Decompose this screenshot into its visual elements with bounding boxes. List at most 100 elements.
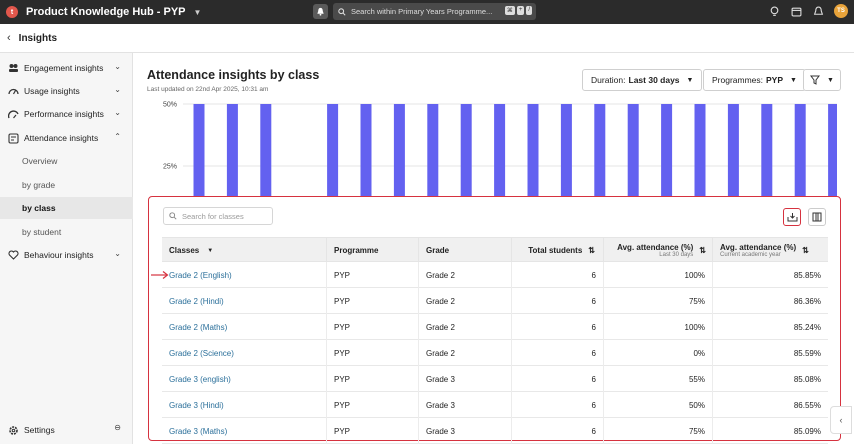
gauge-icon xyxy=(7,85,19,97)
global-search-input[interactable]: Search within Primary Years Programme...… xyxy=(333,3,536,20)
sidebar-item-performance[interactable]: Performance insights ⌄ xyxy=(0,103,133,125)
settings-label: Settings xyxy=(24,425,55,435)
sidebar-item-label: by student xyxy=(22,227,62,237)
chevron-down-icon: ⌄ xyxy=(114,85,121,94)
page-title: Insights xyxy=(18,32,58,44)
programme-cell: PYP xyxy=(327,418,419,444)
sort-icon: ⇅ xyxy=(588,246,595,255)
table-row[interactable]: Grade 2 (English) PYP Grade 2 6 100% 85.85% xyxy=(162,262,828,288)
collapse-sidebar-icon[interactable]: ⊖ xyxy=(114,423,121,432)
table-row[interactable]: Grade 3 (english) PYP Grade 3 6 55% 85.08% xyxy=(162,366,828,392)
sidebar-item-usage[interactable]: Usage insights ⌄ xyxy=(0,80,133,102)
programme-cell: PYP xyxy=(327,392,419,418)
programme-cell: PYP xyxy=(327,262,419,288)
class-name-link[interactable]: Grade 2 (Maths) xyxy=(162,314,327,340)
col-classes[interactable]: Classes ▼ xyxy=(162,238,327,263)
columns-button[interactable] xyxy=(808,208,826,226)
col-avg-30-days[interactable]: Avg. attendance (%) Last 30 days ⇅ xyxy=(604,238,713,263)
sidebar-item-label: Performance insights xyxy=(24,109,104,119)
class-name-link[interactable]: Grade 2 (Hindi) xyxy=(162,288,327,314)
lightbulb-icon[interactable] xyxy=(768,5,780,17)
filter-button[interactable]: ▼ xyxy=(803,69,841,91)
sidebar-item-by-class[interactable]: by class xyxy=(0,197,133,219)
sidebar-item-by-grade[interactable]: by grade xyxy=(0,174,133,196)
search-icon xyxy=(169,212,177,220)
avg-year-cell: 85.85% xyxy=(793,270,821,280)
sidebar-item-by-student[interactable]: by student xyxy=(0,221,133,243)
programme-cell: PYP xyxy=(327,340,419,366)
attendance-icon xyxy=(7,132,19,144)
top-bar: t Product Knowledge Hub - PYP ▼ Search w… xyxy=(0,0,854,24)
sidebar-item-settings[interactable]: Settings ⊖ xyxy=(0,419,133,441)
sidebar-item-attendance[interactable]: Attendance insights ⌃ xyxy=(0,127,133,149)
avg-30-days-cell: 55% xyxy=(604,366,713,392)
annotation-arrow-icon xyxy=(151,271,169,279)
col-avg30-sub: Last 30 days xyxy=(659,252,694,258)
sidebar-item-label: Overview xyxy=(22,156,58,166)
back-chevron-icon[interactable]: ‹ xyxy=(7,32,11,44)
programmes-dropdown[interactable]: Programmes: PYP ▼ xyxy=(703,69,806,91)
avg-30-days-cell: 50% xyxy=(604,392,713,418)
chevron-down-icon: ⌄ xyxy=(114,249,121,258)
table-row[interactable]: Grade 2 (Hindi) PYP Grade 2 6 75% 86.36% xyxy=(162,288,828,314)
class-name-link[interactable]: Grade 3 (Maths) xyxy=(162,418,327,444)
col-programme-label: Programme xyxy=(334,246,379,255)
col-avg-year[interactable]: Avg. attendance (%) Current academic year… xyxy=(713,238,828,263)
columns-icon xyxy=(812,212,822,222)
global-search-placeholder: Search within Primary Years Programme... xyxy=(351,7,493,16)
avg-year-cell: 86.55% xyxy=(793,400,821,410)
sidebar-item-behaviour[interactable]: Behaviour insights ⌄ xyxy=(0,244,133,266)
programme-cell: PYP xyxy=(327,288,419,314)
total-students-cell: 6 xyxy=(512,418,604,444)
table-row[interactable]: Grade 2 (Maths) PYP Grade 2 6 100% 85.24% xyxy=(162,314,828,340)
sidebar-item-label: Engagement insights xyxy=(24,63,104,73)
table-row[interactable]: Grade 3 (Hindi) PYP Grade 3 6 50% 86.55% xyxy=(162,392,828,418)
filter-icon xyxy=(810,75,820,85)
table-row[interactable]: Grade 3 (Maths) PYP Grade 3 6 75% 85.09% xyxy=(162,418,828,444)
col-grade: Grade xyxy=(419,238,512,263)
last-updated: Last updated on 22nd Apr 2025, 10:31 am xyxy=(147,86,269,93)
chevron-left-icon: ‹ xyxy=(839,415,843,425)
bell-icon[interactable] xyxy=(812,5,824,17)
grade-cell: Grade 3 xyxy=(419,392,512,418)
sidebar-item-engagement[interactable]: Engagement insights ⌄ xyxy=(0,57,133,79)
class-name-link[interactable]: Grade 2 (English) xyxy=(162,262,327,288)
people-icon xyxy=(7,62,19,74)
sidebar: Engagement insights ⌄ Usage insights ⌄ P… xyxy=(0,53,133,444)
avg-30-days-cell: 75% xyxy=(604,288,713,314)
heart-icon xyxy=(7,249,19,261)
col-avgyear-sub: Current academic year xyxy=(720,252,781,258)
programmes-label: Programmes: xyxy=(712,75,764,85)
col-total-students[interactable]: Total students ⇅ xyxy=(512,238,604,263)
total-students-cell: 6 xyxy=(512,392,604,418)
programme-cell: PYP xyxy=(327,314,419,340)
sidebar-item-label: by grade xyxy=(22,180,56,190)
avg-30-days-cell: 75% xyxy=(604,418,713,444)
grade-cell: Grade 3 xyxy=(419,418,512,444)
sidebar-item-overview[interactable]: Overview xyxy=(0,150,133,172)
shortcut-key: + xyxy=(516,6,525,15)
user-avatar[interactable]: TS xyxy=(834,4,848,18)
chevron-up-icon: ⌃ xyxy=(114,132,121,141)
sort-caret-icon: ▼ xyxy=(207,247,214,254)
table-row[interactable]: Grade 2 (Science) PYP Grade 2 6 0% 85.59% xyxy=(162,340,828,366)
class-search-input[interactable]: Search for classes xyxy=(163,207,273,225)
calendar-icon[interactable] xyxy=(790,5,802,17)
duration-dropdown[interactable]: Duration: Last 30 days ▼ xyxy=(582,69,703,91)
grade-cell: Grade 2 xyxy=(419,288,512,314)
chevron-down-icon[interactable]: ▼ xyxy=(194,8,202,17)
notification-bell-icon[interactable] xyxy=(313,4,328,19)
download-button[interactable] xyxy=(783,208,801,226)
class-name-link[interactable]: Grade 3 (Hindi) xyxy=(162,392,327,418)
side-panel-toggle[interactable]: ‹ xyxy=(830,406,852,434)
y-tick-label: 25% xyxy=(163,164,177,171)
app-logo[interactable]: t xyxy=(6,6,18,18)
class-name-link[interactable]: Grade 3 (english) xyxy=(162,366,327,392)
grade-cell: Grade 2 xyxy=(419,314,512,340)
download-tray-icon xyxy=(787,213,797,222)
class-name-link[interactable]: Grade 2 (Science) xyxy=(162,340,327,366)
app-title[interactable]: Product Knowledge Hub - PYP xyxy=(26,6,186,18)
col-avgyear-label: Avg. attendance (%) xyxy=(720,243,797,252)
total-students-cell: 6 xyxy=(512,314,604,340)
avg-30-days-cell: 100% xyxy=(604,314,713,340)
